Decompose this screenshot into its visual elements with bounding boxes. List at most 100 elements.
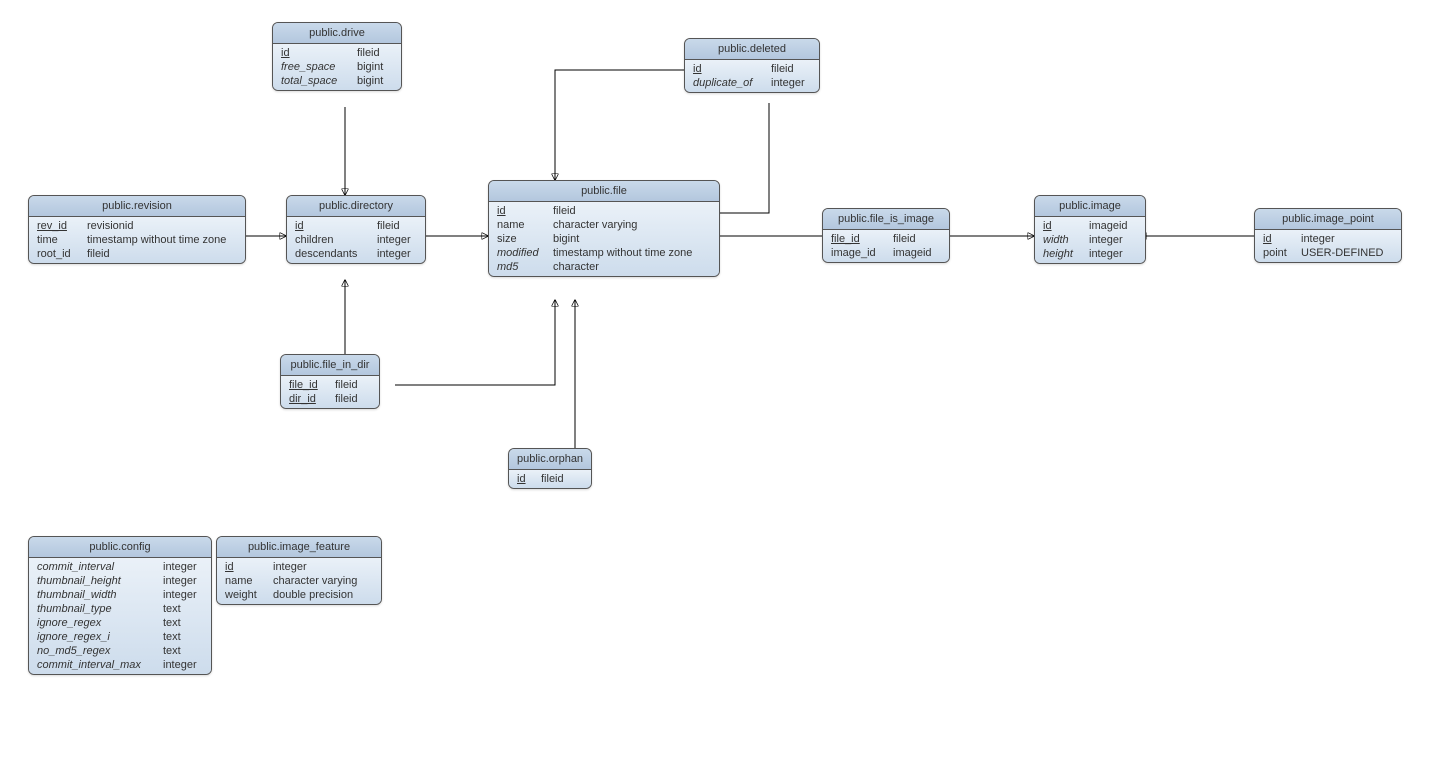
table-title: public.config (29, 537, 211, 558)
column-name: weight (225, 589, 267, 601)
table-row: idfileid (273, 46, 401, 60)
table-body: idfileid (509, 470, 591, 488)
column-type: bigint (357, 75, 393, 87)
table-row: idfileid (685, 62, 819, 76)
table-image-feature: public.image_featureidintegernamecharact… (216, 536, 382, 605)
table-row: free_space bigint (273, 60, 401, 74)
column-name: time (37, 234, 81, 246)
table-row: idfileid (509, 472, 591, 486)
table-row: thumbnail_widthinteger (29, 588, 211, 602)
column-name: total_space (281, 75, 351, 87)
table-drive: public.driveidfileidfree_spacebiginttota… (272, 22, 402, 91)
table-file-in-dir: public.file_in_dirfile_idfileiddir_idfil… (280, 354, 380, 409)
column-type: fileid (87, 248, 237, 260)
table-deleted: public.deletedidfileidduplicate_ofintege… (684, 38, 820, 93)
column-name: file_id (831, 233, 887, 245)
table-title: public.file_is_image (823, 209, 949, 230)
table-body: idfileidchildrenintegerdescendantsintege… (287, 217, 425, 263)
column-type: text (163, 617, 203, 629)
column-name: size (497, 233, 547, 245)
table-body: commit_intervalintegerthumbnail_heightin… (29, 558, 211, 674)
column-type: integer (163, 561, 203, 573)
column-type: bigint (553, 233, 711, 245)
table-revision: public.revisionrev_idrevisionidtimetimes… (28, 195, 246, 264)
column-name: point (1263, 247, 1295, 259)
table-config: public.configcommit_intervalintegerthumb… (28, 536, 212, 675)
table-title: public.image_point (1255, 209, 1401, 230)
column-name: id (693, 63, 765, 75)
column-type: fileid (893, 233, 941, 245)
table-image-point: public.image_point idintegerpoint USER-DEF… (1254, 208, 1402, 263)
table-title: public.image (1035, 196, 1145, 217)
column-name: thumbnail_width (37, 589, 157, 601)
table-row: commit_interval integer (29, 560, 211, 574)
column-type: integer (273, 561, 373, 573)
column-type: text (163, 603, 203, 615)
table-row: md5 character (489, 260, 719, 274)
column-name: id (1043, 220, 1083, 232)
column-name: rev_id (37, 220, 81, 232)
column-type: imageid (1089, 220, 1137, 232)
column-type: fileid (357, 47, 393, 59)
column-type: fileid (553, 205, 711, 217)
table-row: point USER-DEFINED (1255, 246, 1401, 260)
table-title: public.file_in_dir (281, 355, 379, 376)
column-name: id (225, 561, 267, 573)
column-name: dir_id (289, 393, 329, 405)
column-type: fileid (335, 379, 371, 391)
table-title: public.orphan (509, 449, 591, 470)
column-name: duplicate_of (693, 77, 765, 89)
column-name: modified (497, 247, 547, 259)
table-body: idintegernamecharacter varyingweightdoub… (217, 558, 381, 604)
table-row: modified timestamp without time zone (489, 246, 719, 260)
table-body: file_idfileiddir_idfileid (281, 376, 379, 408)
column-name: thumbnail_height (37, 575, 157, 587)
table-row: no_md5_regextext (29, 644, 211, 658)
table-row: root_idfileid (29, 247, 245, 261)
table-row: childreninteger (287, 233, 425, 247)
column-name: file_id (289, 379, 329, 391)
column-name: id (295, 220, 371, 232)
column-name: free_space (281, 61, 351, 73)
table-row: thumbnail_height integer (29, 574, 211, 588)
column-type: USER-DEFINED (1301, 247, 1393, 259)
table-file-is-image: public.file_is_imagefile_idfileidimage_i… (822, 208, 950, 263)
table-body: idfileidduplicate_ofinteger (685, 60, 819, 92)
column-name: ignore_regex (37, 617, 157, 629)
column-type: integer (163, 575, 203, 587)
table-body: rev_idrevisionidtimetimestamp without ti… (29, 217, 245, 263)
table-row: name character varying (489, 218, 719, 232)
column-type: integer (163, 659, 203, 671)
column-type: character (553, 261, 711, 273)
table-body: idfileidnamecharacter varyingsizebigintm… (489, 202, 719, 276)
column-type: bigint (357, 61, 393, 73)
column-name: children (295, 234, 371, 246)
table-row: file_id fileid (281, 378, 379, 392)
column-name: no_md5_regex (37, 645, 157, 657)
column-name: md5 (497, 261, 547, 273)
column-type: fileid (335, 393, 371, 405)
table-row: size bigint (489, 232, 719, 246)
table-title: public.deleted (685, 39, 819, 60)
column-type: timestamp without time zone (553, 247, 711, 259)
column-name: id (497, 205, 547, 217)
column-name: commit_interval (37, 561, 157, 573)
table-row: image_idimageid (823, 246, 949, 260)
table-row: id fileid (489, 204, 719, 218)
column-name: name (225, 575, 267, 587)
table-row: thumbnail_typetext (29, 602, 211, 616)
column-type: character varying (553, 219, 711, 231)
column-type: integer (1089, 248, 1137, 260)
table-row: idinteger (1255, 232, 1401, 246)
column-name: image_id (831, 247, 887, 259)
table-body: idintegerpoint USER-DEFINED (1255, 230, 1401, 262)
table-row: commit_interval_maxinteger (29, 658, 211, 672)
table-row: dir_id fileid (281, 392, 379, 406)
column-type: fileid (377, 220, 417, 232)
column-name: name (497, 219, 547, 231)
table-body: idimageidwidthintegerheightinteger (1035, 217, 1145, 263)
table-row: file_id fileid (823, 232, 949, 246)
column-type: timestamp without time zone (87, 234, 237, 246)
table-row: id imageid (1035, 219, 1145, 233)
column-name: id (517, 473, 535, 485)
